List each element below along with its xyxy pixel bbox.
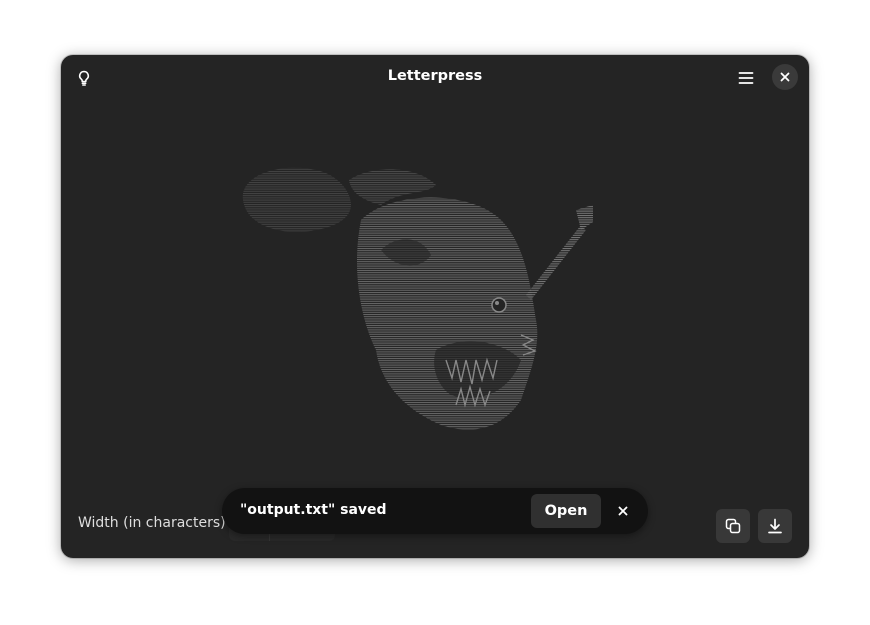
download-icon: [768, 518, 782, 534]
hamburger-menu-icon: [738, 72, 754, 84]
copy-icon: [725, 518, 741, 534]
saved-toast: "output.txt" saved Open: [222, 488, 648, 534]
main-menu-button[interactable]: [732, 64, 760, 92]
headerbar: Letterpress: [61, 55, 809, 101]
ascii-art-preview: [242, 167, 593, 430]
toast-close-button[interactable]: [612, 500, 634, 522]
close-icon: [618, 506, 628, 516]
anglerfish-shape: [242, 167, 593, 430]
close-icon: [780, 72, 790, 82]
width-label: Width (in characters): [78, 515, 226, 531]
window-close-button[interactable]: [772, 64, 798, 90]
copy-button[interactable]: [716, 509, 750, 543]
save-button[interactable]: [758, 509, 792, 543]
window-title: Letterpress: [387, 68, 483, 84]
toast-open-button[interactable]: Open: [531, 494, 601, 528]
toast-message: "output.txt" saved: [240, 502, 387, 518]
app-window: Letterpress Width (in characters) "outpu…: [61, 55, 809, 558]
